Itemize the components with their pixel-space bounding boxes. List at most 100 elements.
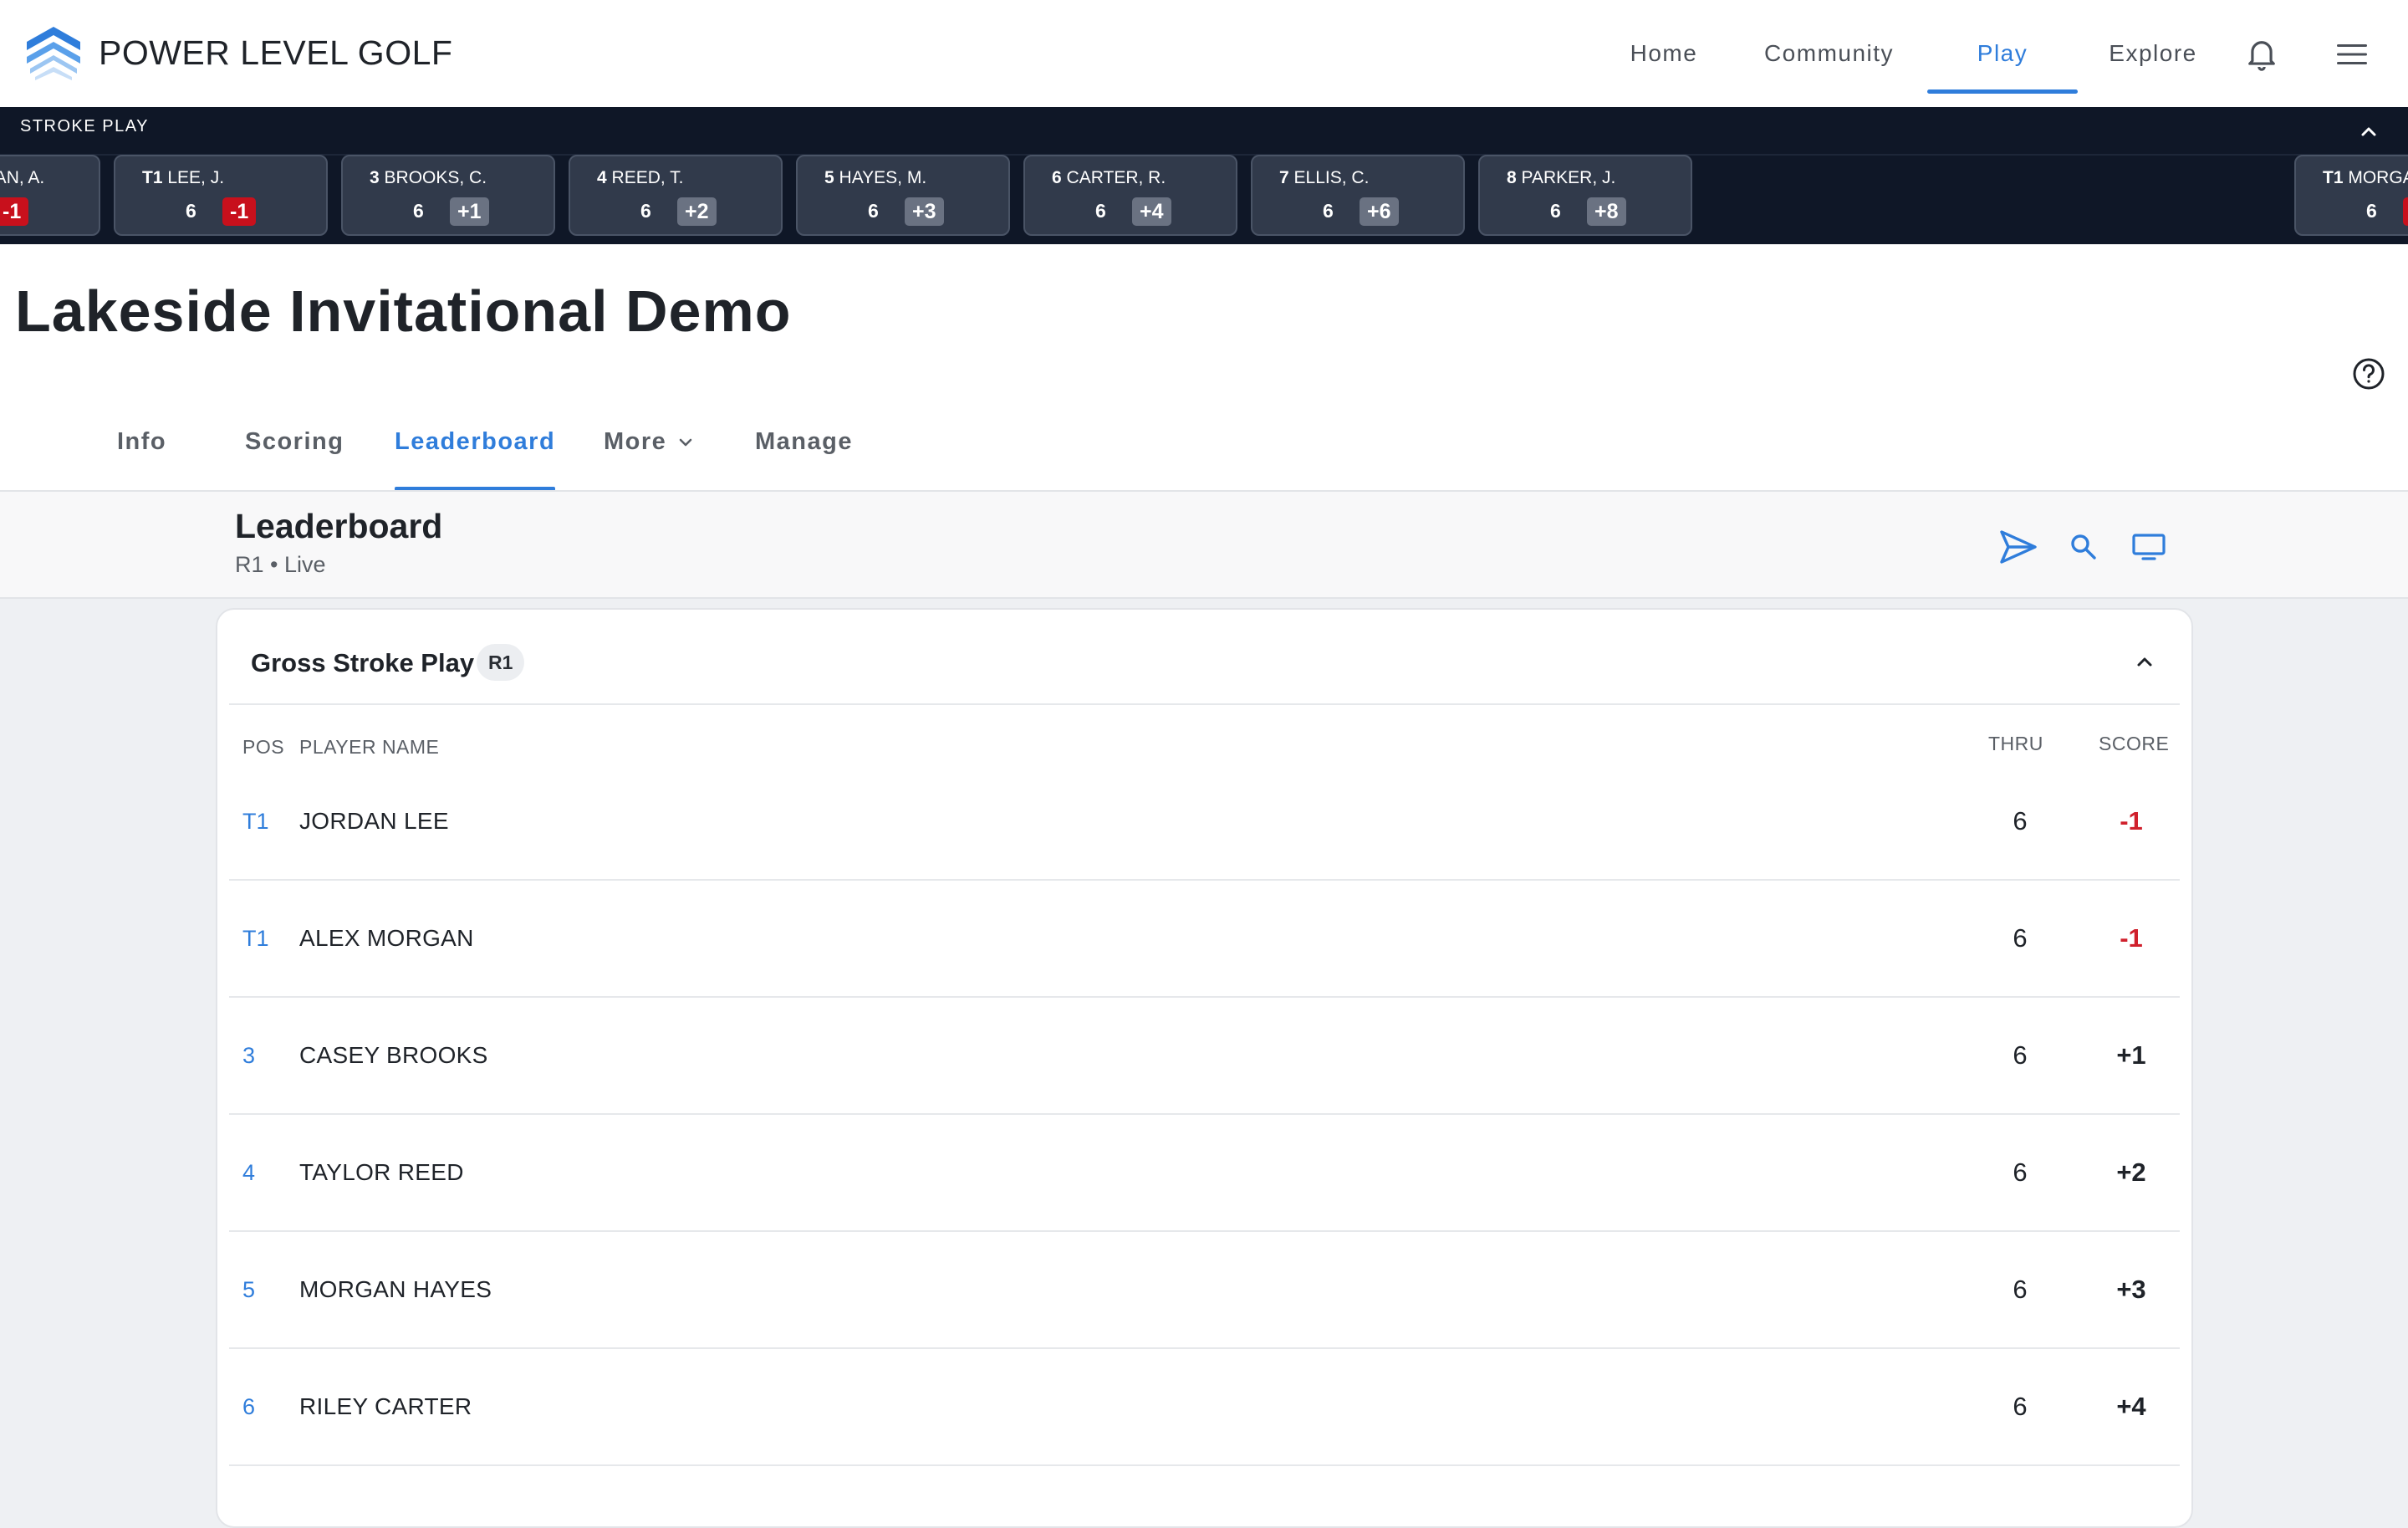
ticker-card-score: +2 [677,197,717,226]
row-thru: 6 [2013,1392,2028,1421]
ticker-label: STROKE PLAY [20,117,149,135]
menu-icon[interactable] [2331,33,2373,75]
chevron-down-icon [679,438,692,447]
ticker-card[interactable]: 6 CARTER, R. 6 +4 [1023,155,1237,236]
ticker-card-clip: T1 MORGAN, A. 6 -1 [2294,155,2408,236]
ticker-card-name: PARKER, J. [1521,168,1616,187]
row-player-name: JORDAN LEE [299,808,449,834]
ticker-card-name: ELLIS, C. [1293,168,1370,187]
row-thru: 6 [2013,923,2028,953]
ticker-card-thru: 6 [1323,200,1334,222]
nav-play[interactable]: Play [1927,0,2078,107]
table-row[interactable]: T1 JORDAN LEE 6 -1 [229,764,2180,881]
table-row[interactable]: 4 TAYLOR REED 6 +2 [229,1115,2180,1232]
leaderboard-card: Gross Stroke Play R1 POS PLAYER NAME THR… [216,608,2193,1528]
ticker-card[interactable]: 5 HAYES, M. 6 +3 [796,155,1010,236]
column-header-pos: POS [242,736,285,758]
ticker-card-name: MORGAN, A. [0,168,45,187]
row-player-name: MORGAN HAYES [299,1276,492,1302]
nav-home[interactable]: Home [1597,0,1731,107]
tab-info[interactable]: Info [117,411,166,491]
main-nav: Home Community Play Explore [1597,0,2228,107]
tab-more-label: More [604,428,667,455]
row-player-name: CASEY BROOKS [299,1042,488,1068]
row-pos: 3 [242,1042,256,1068]
round-status: R1 • Live [235,552,326,577]
help-icon[interactable] [2351,356,2386,391]
ticker-card-thru: 6 [2366,200,2377,222]
ticker-card-thru: 6 [413,200,424,222]
row-thru: 6 [2013,1275,2028,1304]
column-header-thru: THRU [1988,733,2043,754]
row-pos: T1 [242,808,269,834]
ticker-card[interactable]: 7 ELLIS, C. 6 +6 [1251,155,1465,236]
search-icon[interactable] [2062,525,2105,569]
brand-name: POWER LEVEL GOLF [99,33,453,72]
ticker-card[interactable]: T1 MORGAN, A. 6 -1 [2294,155,2408,236]
top-nav: POWER LEVEL GOLF Home Community Play Exp… [0,0,2408,107]
ticker-card-thru: 6 [1095,200,1106,222]
row-score: -1 [2120,923,2143,953]
brand-logo-icon [27,27,80,80]
card-divider [229,703,2180,705]
ticker-card-score: -1 [0,197,29,226]
brand[interactable]: POWER LEVEL GOLF [25,25,452,80]
row-score: +4 [2116,1392,2146,1421]
ticker-card-name: REED, T. [611,168,684,187]
chevron-up-icon[interactable] [2356,119,2381,144]
ticker-card-score: +6 [1360,197,1399,226]
table-row[interactable]: T1 ALEX MORGAN 6 -1 [229,881,2180,998]
ticker-card[interactable]: 4 REED, T. 6 +2 [569,155,783,236]
column-header-score: SCORE [2099,733,2170,754]
row-player-name: TAYLOR REED [299,1159,464,1185]
ticker-card[interactable]: 8 PARKER, J. 6 +8 [1478,155,1692,236]
table-row[interactable]: 6 RILEY CARTER 6 +4 [229,1349,2180,1466]
send-icon[interactable] [1997,525,2040,569]
ticker-card-score: +8 [1587,197,1626,226]
ticker-card[interactable]: T1 MORGAN, A. 6 -1 [0,155,100,236]
leaderboard-card-header[interactable]: Gross Stroke Play R1 [217,610,2191,703]
row-pos: 4 [242,1159,256,1185]
tab-scoring[interactable]: Scoring [245,411,344,491]
row-thru: 6 [2013,1157,2028,1187]
nav-community[interactable]: Community [1731,0,1927,107]
ticker-card[interactable]: 3 BROOKS, C. 6 +1 [341,155,555,236]
ticker-card-thru: 6 [1550,200,1561,222]
nav-explore[interactable]: Explore [2078,0,2228,107]
ticker-card-score: +1 [450,197,489,226]
table-row[interactable]: 5 MORGAN HAYES 6 +3 [229,1232,2180,1349]
row-score: -1 [2120,806,2143,836]
tab-manage[interactable]: Manage [755,411,853,491]
section-title: Leaderboard [235,507,443,545]
ticker-card-pos: 6 [1052,168,1062,187]
ticker-card-score: +4 [1132,197,1171,226]
row-score: +3 [2116,1275,2146,1304]
ticker-card-pos: T1 [2323,168,2344,187]
ticker-card-thru: 6 [640,200,651,222]
row-score: +1 [2116,1040,2146,1070]
tab-more[interactable]: More [604,411,695,491]
ticker-card-score: -1 [2403,197,2408,226]
row-score: +2 [2116,1157,2146,1187]
ticker-card-name: BROOKS, C. [384,168,487,187]
ticker-card-pos: 3 [370,168,380,187]
column-header-player: PLAYER NAME [299,736,440,758]
row-thru: 6 [2013,806,2028,836]
ticker-card-score: +3 [905,197,944,226]
table-row[interactable]: 3 CASEY BROOKS 6 +1 [229,998,2180,1115]
row-thru: 6 [2013,1040,2028,1070]
ticker-card-pos: 7 [1279,168,1289,187]
event-header: Lakeside Invitational Demo Info Scoring … [0,244,2408,491]
row-player-name: RILEY CARTER [299,1393,472,1419]
ticker-card-thru: 6 [868,200,879,222]
ticker-card[interactable]: T1 LEE, J. 6 -1 [114,155,328,236]
leaderboard-subheader: Leaderboard R1 • Live [0,492,2408,599]
row-pos: 5 [242,1276,256,1302]
monitor-icon[interactable] [2127,525,2171,569]
ticker-card-name: LEE, J. [167,168,225,187]
chevron-up-icon[interactable] [2131,648,2158,675]
ticker-card-name: CARTER, R. [1066,168,1166,187]
tab-leaderboard[interactable]: Leaderboard [395,411,556,491]
row-player-name: ALEX MORGAN [299,925,474,951]
bell-icon[interactable] [2241,33,2283,75]
